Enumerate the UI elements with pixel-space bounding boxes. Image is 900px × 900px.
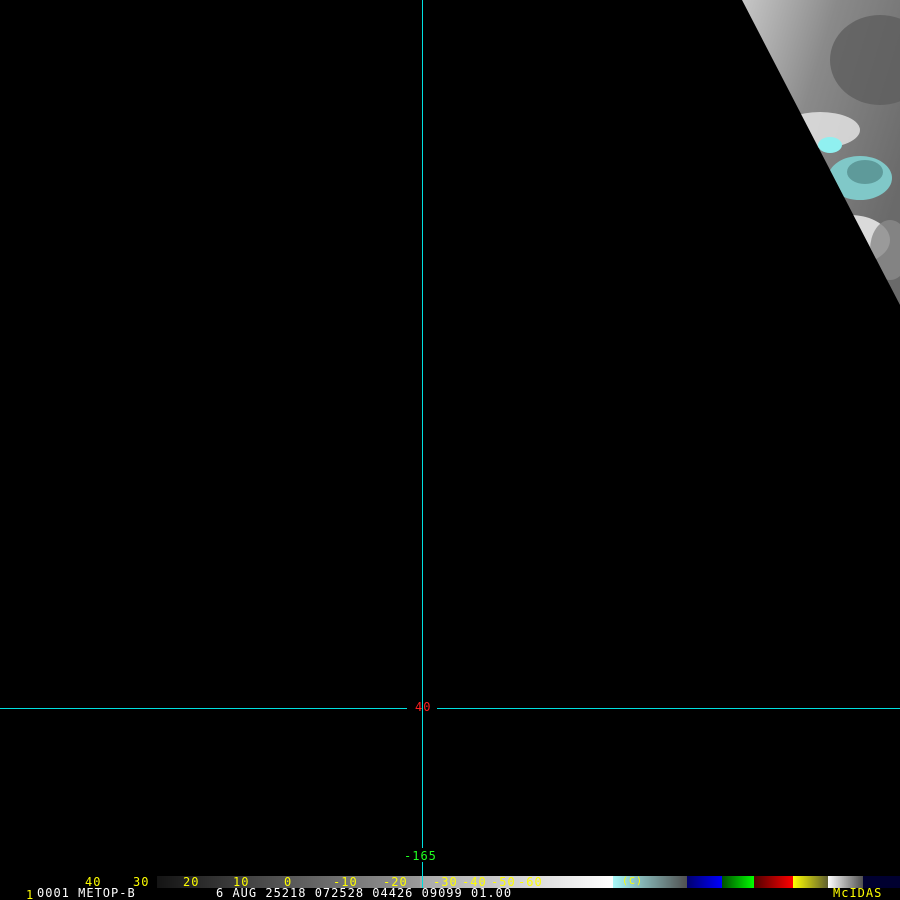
mcidas-brand: McIDAS	[833, 886, 883, 900]
satellite-image-frame: 40 -165 40 30 20 10 0 -10 -20 -30 -40 -5…	[0, 0, 900, 900]
longitude-label: -165	[404, 849, 437, 863]
colorbar-label: -60	[518, 875, 543, 889]
colorbar-unit: (C)	[622, 876, 644, 887]
satellite-swath	[742, 0, 900, 305]
colorbar-label: 20	[183, 875, 200, 889]
latitude-label: 40	[415, 700, 432, 714]
image-canvas	[0, 0, 900, 888]
source-label: 0001 METOP-B	[37, 886, 136, 900]
datetime-info: 6 AUG 25218 072528 04426 09099 01.00	[216, 886, 513, 900]
frame-number: 1	[26, 888, 35, 900]
